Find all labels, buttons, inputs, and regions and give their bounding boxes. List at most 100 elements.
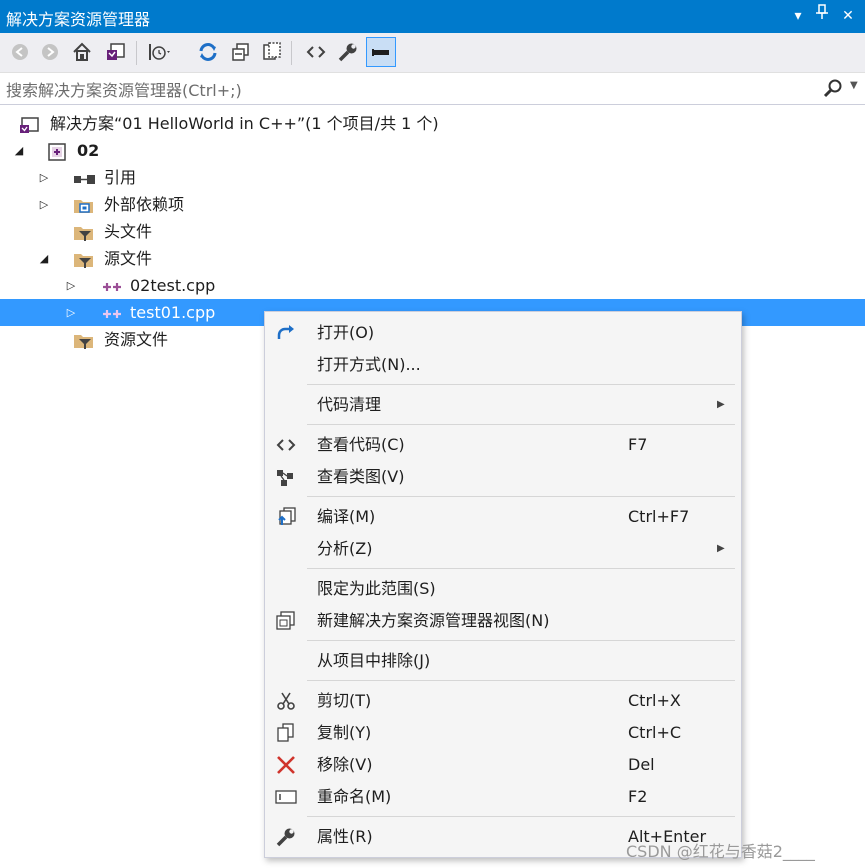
tree-item-sources[interactable]: ◢ 源文件 xyxy=(0,245,865,272)
tree-item-references[interactable]: ▷ 引用 xyxy=(0,164,865,191)
cpp-file-icon xyxy=(102,277,121,295)
search-options-dropdown-icon[interactable]: ▼ xyxy=(850,80,858,91)
watermark: CSDN @红花与香菇2____ xyxy=(626,842,815,861)
sources-label: 源文件 xyxy=(104,249,153,268)
file-label: 02test.cpp xyxy=(130,276,216,295)
close-icon[interactable]: ✕ xyxy=(837,4,859,28)
menu-label: 从项目中排除(J) xyxy=(317,651,431,670)
menu-item-analyze[interactable]: 分析(Z) ▶ xyxy=(265,533,741,565)
menu-item-view-class-diagram[interactable]: 查看类图(V) xyxy=(265,461,741,493)
search-box: ▼ xyxy=(0,74,865,106)
menu-separator xyxy=(307,384,735,385)
menu-label: 打开方式(N)... xyxy=(317,355,421,374)
tree-item-project[interactable]: ◢ 02 xyxy=(0,137,865,164)
toolbar-separator xyxy=(291,41,292,65)
toolbar-separator xyxy=(136,41,137,65)
submenu-arrow-icon: ▶ xyxy=(717,399,725,410)
toolbar xyxy=(0,33,865,73)
copy-icon xyxy=(275,723,297,743)
menu-item-remove[interactable]: 移除(V) Del xyxy=(265,749,741,781)
menu-item-rename[interactable]: 重命名(M) F2 xyxy=(265,781,741,813)
collapse-arrow-icon[interactable]: ◢ xyxy=(12,137,26,164)
menu-separator xyxy=(307,680,735,681)
forward-icon[interactable] xyxy=(37,39,63,65)
menu-label: 查看类图(V) xyxy=(317,467,405,486)
menu-item-open-with[interactable]: 打开方式(N)... xyxy=(265,349,741,381)
tree-item-external-deps[interactable]: ▷ 外部依赖项 xyxy=(0,191,865,218)
menu-separator xyxy=(307,496,735,497)
expand-arrow-icon[interactable]: ▷ xyxy=(64,272,78,299)
collapse-arrow-icon[interactable]: ◢ xyxy=(37,245,51,272)
properties-icon[interactable] xyxy=(335,39,361,65)
menu-label: 剪切(T) xyxy=(317,691,372,710)
filter-folder-icon xyxy=(73,223,93,241)
new-view-icon xyxy=(275,611,297,631)
view-code-icon xyxy=(275,435,297,455)
open-arrow-icon xyxy=(275,323,297,343)
collapse-all-icon[interactable] xyxy=(228,39,254,65)
menu-separator xyxy=(307,568,735,569)
menu-item-copy[interactable]: 复制(Y) Ctrl+C xyxy=(265,717,741,749)
external-deps-label: 外部依赖项 xyxy=(104,195,185,214)
filter-folder-icon xyxy=(73,331,93,349)
menu-label: 打开(O) xyxy=(317,323,375,342)
menu-label: 新建解决方案资源管理器视图(N) xyxy=(317,611,550,630)
menu-shortcut: F2 xyxy=(628,787,648,806)
solution-label: 解决方案“01 HelloWorld in C++”(1 个项目/共 1 个) xyxy=(50,114,439,133)
expand-arrow-icon[interactable]: ▷ xyxy=(37,191,51,218)
menu-separator xyxy=(307,816,735,817)
search-input[interactable] xyxy=(0,74,818,106)
pin-icon[interactable] xyxy=(811,4,833,28)
solution-icon xyxy=(20,115,39,133)
menu-item-view-code[interactable]: 查看代码(C) F7 xyxy=(265,429,741,461)
tree-item-headers[interactable]: 头文件 xyxy=(0,218,865,245)
expand-arrow-icon[interactable]: ▷ xyxy=(37,164,51,191)
menu-shortcut: Ctrl+F7 xyxy=(628,507,690,526)
menu-item-new-view[interactable]: 新建解决方案资源管理器视图(N) xyxy=(265,605,741,637)
menu-item-open[interactable]: 打开(O) xyxy=(265,317,741,349)
preview-selected-icon[interactable] xyxy=(366,37,396,67)
menu-label: 复制(Y) xyxy=(317,723,372,742)
references-icon xyxy=(73,169,95,187)
cpp-file-icon xyxy=(102,304,121,322)
back-icon[interactable] xyxy=(7,39,33,65)
menu-label: 属性(R) xyxy=(317,827,373,846)
window-position-dropdown-icon[interactable]: ▾ xyxy=(787,4,809,28)
scissors-icon xyxy=(275,691,297,711)
pending-changes-filter-icon[interactable] xyxy=(147,39,173,65)
submenu-arrow-icon: ▶ xyxy=(717,543,725,554)
tree-item-file[interactable]: ▷ 02test.cpp xyxy=(0,272,865,299)
show-all-files-icon[interactable] xyxy=(259,39,285,65)
home-icon[interactable] xyxy=(69,39,95,65)
view-code-icon[interactable] xyxy=(303,39,329,65)
title-bar: 解决方案资源管理器 ▾ ✕ xyxy=(0,0,865,33)
headers-label: 头文件 xyxy=(104,222,153,241)
menu-separator xyxy=(307,424,735,425)
compile-icon xyxy=(275,507,297,527)
tree-item-solution[interactable]: 解决方案“01 HelloWorld in C++”(1 个项目/共 1 个) xyxy=(0,110,865,137)
menu-shortcut: Ctrl+C xyxy=(628,723,682,742)
context-menu: 打开(O) 打开方式(N)... 代码清理 ▶ 查看代码(C) F7 查看类图(… xyxy=(264,311,742,858)
references-label: 引用 xyxy=(104,168,137,187)
external-dependencies-icon xyxy=(73,196,93,214)
menu-label: 限定为此范围(S) xyxy=(317,579,436,598)
menu-label: 代码清理 xyxy=(317,395,382,414)
menu-shortcut: Ctrl+X xyxy=(628,691,681,710)
menu-item-code-cleanup[interactable]: 代码清理 ▶ xyxy=(265,389,741,421)
sync-icon[interactable] xyxy=(195,39,221,65)
panel-title: 解决方案资源管理器 xyxy=(6,10,151,29)
menu-item-compile[interactable]: 编译(M) Ctrl+F7 xyxy=(265,501,741,533)
menu-item-exclude[interactable]: 从项目中排除(J) xyxy=(265,645,741,677)
delete-x-icon xyxy=(275,755,297,775)
expand-arrow-icon[interactable]: ▷ xyxy=(64,299,78,326)
search-icon[interactable] xyxy=(822,78,844,104)
project-label: 02 xyxy=(77,141,100,160)
file-label: test01.cpp xyxy=(130,303,216,322)
filter-folder-icon xyxy=(73,250,93,268)
menu-label: 查看代码(C) xyxy=(317,435,405,454)
menu-item-cut[interactable]: 剪切(T) Ctrl+X xyxy=(265,685,741,717)
switch-views-icon[interactable] xyxy=(103,39,129,65)
menu-item-scope-to-this[interactable]: 限定为此范围(S) xyxy=(265,573,741,605)
menu-label: 分析(Z) xyxy=(317,539,373,558)
resources-label: 资源文件 xyxy=(104,330,169,349)
